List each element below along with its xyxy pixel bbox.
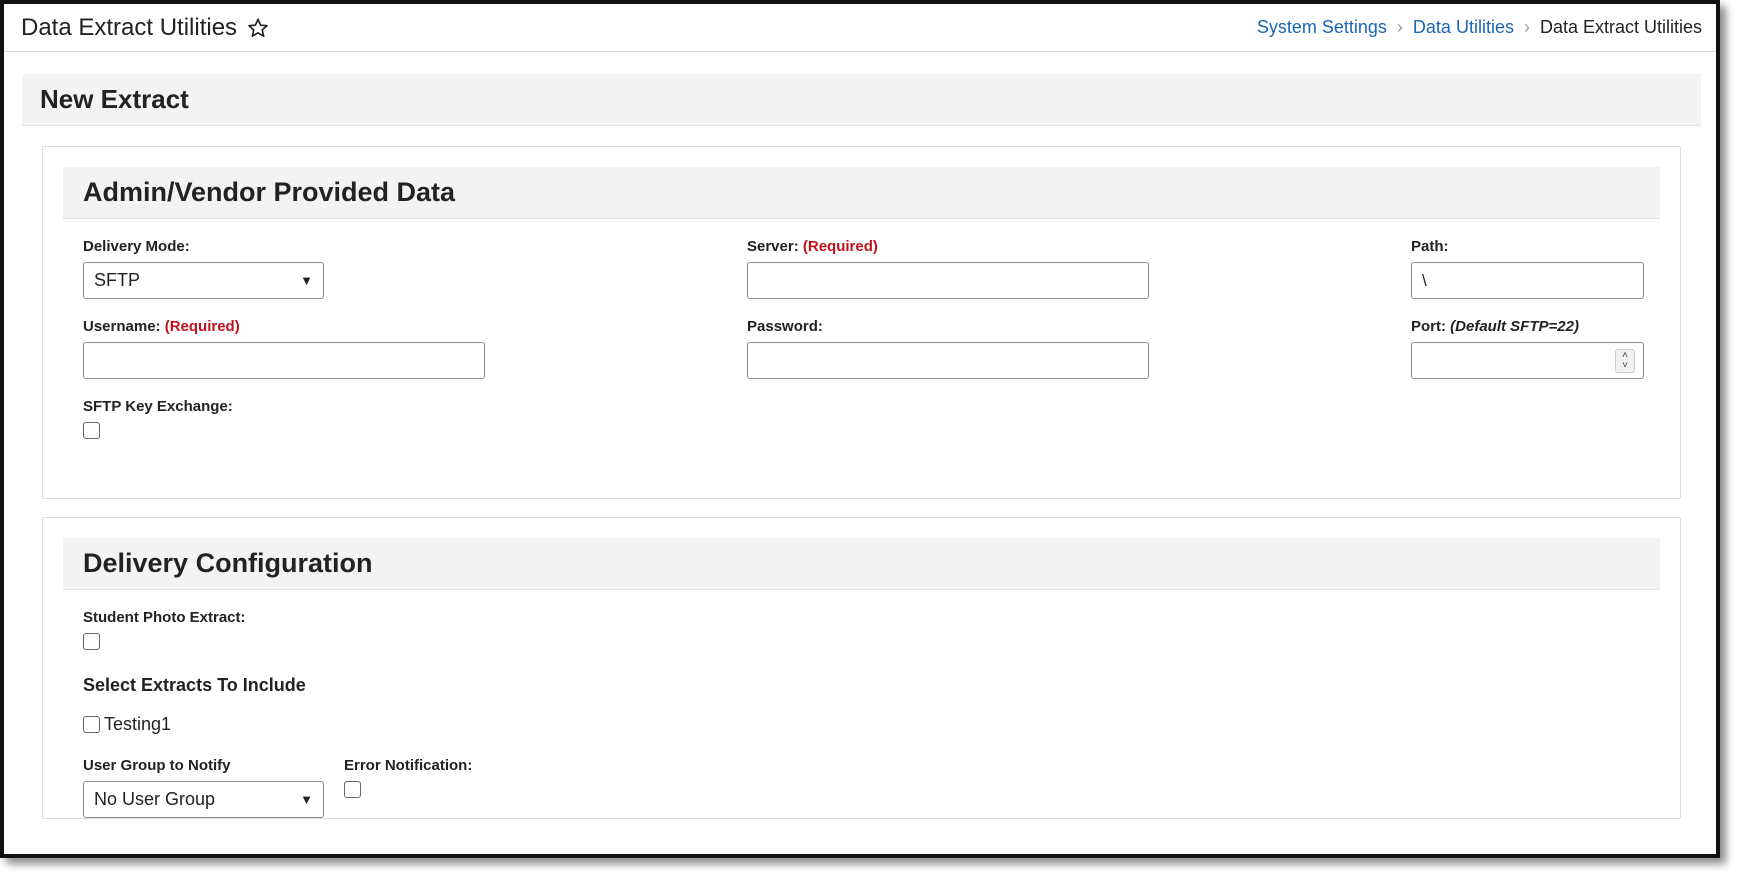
user-group-label: User Group to Notify: [83, 757, 231, 774]
delivery-mode-select[interactable]: SFTP ▼: [83, 262, 324, 299]
user-group-field: User Group to Notify No User Group ▼: [83, 757, 344, 818]
username-label-text: Username:: [83, 318, 161, 335]
page-title: New Extract: [22, 74, 1701, 126]
number-spinner-icon[interactable]: ˄ ˅: [1615, 348, 1635, 373]
student-photo-field: Student Photo Extract:: [83, 609, 1640, 655]
chevron-right-icon: ›: [1523, 17, 1530, 37]
username-label: Username: (Required): [83, 318, 747, 336]
breadcrumb-data-utilities[interactable]: Data Utilities: [1413, 17, 1514, 38]
password-input[interactable]: [747, 342, 1149, 379]
chevron-right-icon: ›: [1396, 17, 1403, 37]
username-input[interactable]: [83, 342, 485, 379]
admin-vendor-fields: Delivery Mode: SFTP ▼ Server: (Required)…: [63, 219, 1660, 498]
sftp-key-checkbox[interactable]: [83, 422, 100, 439]
admin-vendor-panel: Admin/Vendor Provided Data Delivery Mode…: [42, 146, 1681, 499]
sftp-key-label: SFTP Key Exchange:: [83, 398, 233, 415]
dropdown-caret-icon: ▼: [300, 273, 313, 288]
breadcrumb-current: Data Extract Utilities: [1539, 17, 1702, 37]
breadcrumb: System Settings › Data Utilities › Data …: [1257, 17, 1702, 38]
delivery-mode-field: Delivery Mode: SFTP ▼: [83, 238, 747, 299]
port-label: Port: (Default SFTP=22): [1411, 318, 1644, 336]
port-label-text: Port:: [1411, 318, 1446, 335]
user-group-select[interactable]: No User Group ▼: [83, 781, 324, 818]
delivery-mode-value: SFTP: [94, 270, 141, 290]
error-notification-field: Error Notification:: [344, 757, 472, 818]
breadcrumb-system-settings[interactable]: System Settings: [1257, 17, 1387, 38]
app-window: Data Extract Utilities System Settings ›…: [0, 0, 1720, 858]
student-photo-label: Student Photo Extract:: [83, 609, 246, 626]
dropdown-caret-icon: ▼: [300, 792, 313, 807]
path-field: Path: \: [1411, 238, 1644, 299]
username-required-text: (Required): [164, 318, 240, 335]
error-notification-checkbox[interactable]: [344, 781, 361, 798]
sftp-key-field: SFTP Key Exchange:: [83, 398, 747, 444]
username-field: Username: (Required): [83, 318, 747, 379]
star-outline-icon[interactable]: [247, 17, 269, 39]
user-group-value: No User Group: [94, 789, 216, 809]
delivery-config-fields: Student Photo Extract: Select Extracts T…: [63, 609, 1660, 818]
delivery-config-panel: Delivery Configuration Student Photo Ext…: [42, 517, 1681, 819]
delivery-mode-label: Delivery Mode:: [83, 238, 190, 255]
port-hint-text: (Default SFTP=22): [1450, 318, 1579, 335]
server-required-text: (Required): [802, 238, 878, 255]
server-label-text: Server:: [747, 238, 799, 255]
error-notification-label: Error Notification:: [344, 757, 473, 774]
student-photo-checkbox[interactable]: [83, 633, 100, 650]
delivery-config-panel-title: Delivery Configuration: [63, 538, 1660, 590]
extract-testing1-label: Testing1: [104, 714, 172, 734]
password-field: Password:: [747, 318, 1411, 379]
extract-option-testing1[interactable]: Testing1: [83, 714, 1640, 735]
extract-testing1-checkbox[interactable]: [83, 716, 100, 733]
extracts-heading: Select Extracts To Include: [83, 675, 306, 695]
server-label: Server: (Required): [747, 238, 1411, 256]
notify-row: User Group to Notify No User Group ▼ Err…: [83, 757, 1640, 818]
title-bar: Data Extract Utilities System Settings ›…: [4, 4, 1716, 52]
path-label: Path:: [1411, 238, 1449, 255]
password-label: Password:: [747, 318, 823, 335]
port-input[interactable]: ˄ ˅: [1411, 342, 1644, 379]
app-title: Data Extract Utilities: [21, 13, 238, 41]
server-input[interactable]: [747, 262, 1149, 299]
admin-vendor-panel-title: Admin/Vendor Provided Data: [63, 167, 1660, 219]
server-field: Server: (Required): [747, 238, 1411, 299]
app-title-group: Data Extract Utilities: [21, 14, 269, 42]
path-input[interactable]: \: [1411, 262, 1644, 299]
port-field: Port: (Default SFTP=22) ˄ ˅: [1411, 318, 1644, 379]
